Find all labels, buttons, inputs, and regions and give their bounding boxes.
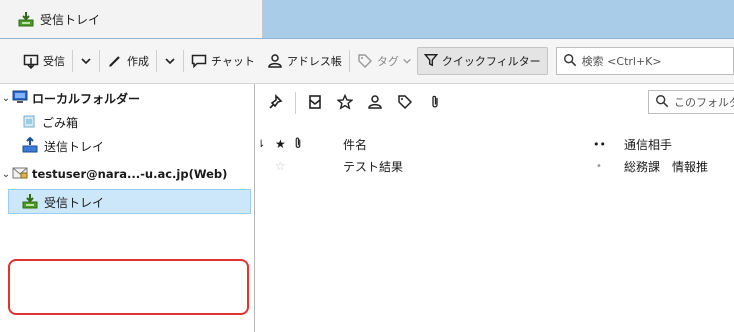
folder-inbox[interactable]: 受信トレイ xyxy=(22,190,104,214)
unread-filter-button[interactable] xyxy=(300,88,330,118)
toolbar-divider xyxy=(183,50,184,72)
message-row[interactable]: ☆ テスト結果 • 総務課 情報推 xyxy=(255,156,734,176)
subject-column-header[interactable]: 件名 xyxy=(343,134,367,154)
write-label: 作成 xyxy=(127,55,149,68)
paperclip-icon xyxy=(427,94,443,113)
folder-pane: ⌄ ローカルフォルダー ごみ箱 送信トレイ ⌄ testuser@nara...… xyxy=(0,84,255,332)
read-status-icon: •• xyxy=(593,137,606,151)
main-toolbar: 受信 作成 チャット アドレス帳 タグ クイックフィルター 検索 <Ctrl+K… xyxy=(0,39,734,84)
folder-label: testuser@nara...-u.ac.jp(Web) xyxy=(32,167,228,181)
folder-label: ローカルフォルダー xyxy=(32,91,141,106)
get-mail-button[interactable]: 受信 xyxy=(20,47,68,75)
star-toggle-icon[interactable]: ☆ xyxy=(275,156,286,176)
mail-account-icon xyxy=(12,166,28,183)
write-menu-button[interactable] xyxy=(161,47,179,75)
global-search-placeholder: 検索 <Ctrl+K> xyxy=(581,55,662,68)
chat-label: チャット xyxy=(211,55,255,68)
address-book-button[interactable]: アドレス帳 xyxy=(264,47,345,75)
toolbar-divider xyxy=(99,50,100,72)
toolbar-divider xyxy=(72,50,73,72)
filter-search-placeholder: このフォルダ xyxy=(674,96,734,109)
column-header-row: ⇂ ★ 件名 •• 通信相手 xyxy=(255,134,734,154)
filter-divider xyxy=(295,92,296,114)
pin-icon xyxy=(268,93,284,113)
chat-icon xyxy=(191,53,207,69)
star-column-header[interactable]: ★ xyxy=(275,134,286,154)
star-icon xyxy=(336,93,354,113)
contact-filter-button[interactable] xyxy=(360,88,390,118)
toolbar-divider xyxy=(156,50,157,72)
star-filled-icon: ★ xyxy=(275,137,286,151)
folder-label: 送信トレイ xyxy=(44,139,105,154)
folder-account[interactable]: ⌄ testuser@nara...-u.ac.jp(Web) xyxy=(0,162,227,186)
filter-funnel-icon xyxy=(423,53,439,70)
toolbar-divider xyxy=(348,50,350,72)
message-subject: テスト結果 xyxy=(343,159,404,174)
global-search-input[interactable]: 検索 <Ctrl+K> xyxy=(555,47,734,75)
contact-icon xyxy=(367,94,383,113)
inbox-tray-icon xyxy=(22,193,38,212)
tag-button[interactable]: タグ xyxy=(354,47,415,75)
chat-button[interactable]: チャット xyxy=(188,47,258,75)
address-book-icon xyxy=(267,53,283,69)
inbox-tray-icon xyxy=(18,11,34,27)
attachment-column-header[interactable] xyxy=(293,134,303,154)
search-icon xyxy=(655,94,669,111)
chevron-down-icon xyxy=(402,56,412,66)
read-status-column-header[interactable]: •• xyxy=(593,134,606,154)
search-icon xyxy=(563,53,577,70)
attachment-filter-button[interactable] xyxy=(420,88,450,118)
folder-outbox[interactable]: 送信トレイ xyxy=(22,134,104,158)
tab-title: 受信トレイ xyxy=(40,12,101,27)
read-status-dot-icon[interactable]: • xyxy=(596,156,602,176)
tag-label: タグ xyxy=(376,55,399,68)
folder-trash[interactable]: ごみ箱 xyxy=(22,110,78,134)
folder-label: ごみ箱 xyxy=(42,115,79,130)
unread-envelope-icon xyxy=(307,94,323,113)
thread-icon: ⇂ xyxy=(257,138,266,150)
write-button[interactable]: 作成 xyxy=(104,47,152,75)
get-mail-menu-button[interactable] xyxy=(77,47,95,75)
tags-filter-button[interactable] xyxy=(390,88,420,118)
chevron-down-icon: ⌄ xyxy=(1,168,11,180)
message-correspondent: 総務課 情報推 xyxy=(624,159,709,174)
get-mail-icon xyxy=(23,53,39,69)
quick-filter-button[interactable]: クイックフィルター xyxy=(416,47,548,75)
quick-filter-label: クイックフィルター xyxy=(441,55,541,68)
get-mail-label: 受信 xyxy=(43,55,65,68)
message-pane: このフォルダ ⇂ ★ 件名 •• 通信相手 ☆ テスト結果 • 総務課 情報推 xyxy=(255,84,734,332)
address-book-label: アドレス帳 xyxy=(286,55,342,68)
local-folders-icon xyxy=(12,90,28,107)
trash-icon xyxy=(22,114,36,131)
tag-icon xyxy=(397,94,413,113)
highlight-annotation-box xyxy=(8,259,249,315)
chevron-down-icon xyxy=(164,55,176,67)
correspondents-column-header[interactable]: 通信相手 xyxy=(624,134,672,154)
outbox-icon xyxy=(22,136,38,156)
folder-label: 受信トレイ xyxy=(44,195,105,210)
tab-inbox[interactable]: 受信トレイ xyxy=(0,0,263,38)
pencil-icon xyxy=(107,53,123,69)
thread-column-header[interactable]: ⇂ xyxy=(257,134,265,154)
chevron-down-icon: ⌄ xyxy=(1,92,11,104)
title-bar: 受信トレイ xyxy=(0,0,734,39)
folder-local-folders[interactable]: ⌄ ローカルフォルダー xyxy=(0,86,140,110)
paperclip-icon xyxy=(293,136,303,153)
sticky-filter-button[interactable] xyxy=(261,88,291,118)
chevron-down-icon xyxy=(80,55,92,67)
filter-search-input[interactable]: このフォルダ xyxy=(648,90,734,114)
tag-icon xyxy=(357,53,373,69)
starred-filter-button[interactable] xyxy=(330,88,360,118)
